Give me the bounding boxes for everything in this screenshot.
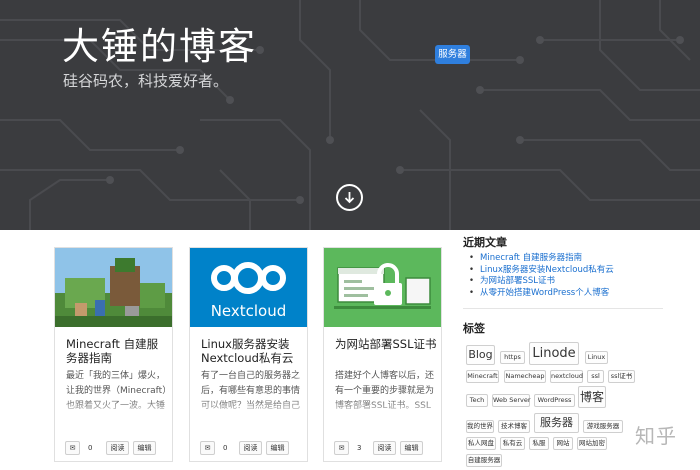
zhihu-watermark: 知乎 — [635, 424, 677, 448]
read-button[interactable]: 阅读 — [239, 441, 262, 455]
edit-button[interactable]: 编辑 — [133, 441, 156, 455]
tag-link[interactable]: Linode — [529, 342, 579, 365]
edit-button[interactable]: 编辑 — [400, 441, 423, 455]
tag-link[interactable]: Tech — [466, 394, 488, 407]
excerpt-fade — [190, 398, 307, 420]
tag-link[interactable]: 服务器 — [534, 413, 579, 433]
tag-link[interactable]: Minecraft — [466, 370, 499, 383]
tag-link[interactable]: ssl — [587, 370, 604, 383]
tag-link[interactable]: 网站加密 — [577, 437, 607, 450]
post-thumbnail[interactable]: Nextcloud — [190, 248, 307, 327]
post-thumbnail[interactable] — [55, 248, 172, 327]
tags-heading: 标签 — [463, 322, 485, 335]
recent-post-link[interactable]: 为网站部署SSL证书 — [469, 276, 614, 288]
tag-link[interactable]: 游戏服务器 — [583, 420, 623, 433]
post-title[interactable]: Linux服务器安装Nextcloud私有云 — [201, 337, 303, 365]
recent-posts-list: Minecraft 自建服务器指南 Linux服务器安装Nextcloud私有云… — [469, 253, 614, 299]
comment-count: 0 — [88, 444, 93, 452]
tag-link[interactable]: 我的世界 — [466, 420, 494, 433]
category-badge[interactable]: 服务器 — [435, 45, 470, 64]
minecraft-image — [55, 248, 172, 327]
tag-link[interactable]: Blog — [466, 345, 495, 365]
post-card-minecraft[interactable]: Minecraft 自建服务器指南 最近「我的三体」爆火，让我的世界（Minec… — [54, 247, 173, 462]
tag-link[interactable]: ssl证书 — [608, 370, 635, 383]
recent-post-link[interactable]: 从零开始搭建WordPress个人博客 — [469, 288, 614, 300]
tag-link[interactable]: 网站 — [553, 437, 573, 450]
ssl-image — [324, 248, 441, 327]
tag-link[interactable]: 博客 — [578, 386, 606, 408]
recent-post-link[interactable]: Minecraft 自建服务器指南 — [469, 253, 614, 265]
post-title[interactable]: 为网站部署SSL证书 — [335, 337, 437, 351]
comment-icon[interactable]: ✉ — [334, 441, 349, 455]
edit-button[interactable]: 编辑 — [266, 441, 289, 455]
tag-link[interactable]: https — [500, 351, 525, 364]
tag-link[interactable]: 技术博客 — [498, 420, 530, 433]
tag-link[interactable]: nextcloud — [550, 370, 583, 383]
tag-link[interactable]: Linux — [585, 351, 608, 364]
tag-link[interactable]: 私服 — [529, 437, 549, 450]
recent-posts-heading: 近期文章 — [463, 236, 507, 249]
hero-banner: 大锤的博客 硅谷码农，科技爱好者。 服务器 — [0, 0, 700, 230]
excerpt-fade — [324, 398, 441, 420]
comment-icon[interactable]: ✉ — [200, 441, 215, 455]
excerpt-fade — [55, 398, 172, 420]
comment-icon[interactable]: ✉ — [65, 441, 80, 455]
read-button[interactable]: 阅读 — [106, 441, 129, 455]
site-title[interactable]: 大锤的博客 — [62, 16, 257, 70]
tag-link[interactable]: 私人网盘 — [466, 437, 496, 450]
recent-post-link[interactable]: Linux服务器安装Nextcloud私有云 — [469, 265, 614, 277]
post-title[interactable]: Minecraft 自建服务器指南 — [66, 337, 168, 365]
tag-link[interactable]: Namecheap — [504, 370, 546, 383]
tag-link[interactable]: Web Server — [492, 394, 531, 407]
sidebar-divider — [463, 308, 663, 309]
nextcloud-wordmark: Nextcloud — [210, 302, 287, 320]
site-subtitle: 硅谷码农，科技爱好者。 — [63, 72, 229, 90]
read-button[interactable]: 阅读 — [373, 441, 396, 455]
tag-link[interactable]: WordPress — [534, 394, 575, 407]
post-card-ssl[interactable]: 为网站部署SSL证书 搭建好个人博客以后，还有一个重要的步骤就是为博客部署SSL… — [323, 247, 442, 462]
tag-link[interactable]: 私有云 — [500, 437, 525, 450]
scroll-down-button[interactable] — [336, 184, 363, 211]
tag-link[interactable]: 自建服务器 — [466, 454, 502, 467]
comment-count: 0 — [223, 444, 228, 452]
arrow-down-icon — [344, 192, 355, 204]
post-card-nextcloud[interactable]: Nextcloud Linux服务器安装Nextcloud私有云 有了一台自己的… — [189, 247, 308, 462]
post-thumbnail[interactable] — [324, 248, 441, 327]
comment-count: 3 — [357, 444, 362, 452]
